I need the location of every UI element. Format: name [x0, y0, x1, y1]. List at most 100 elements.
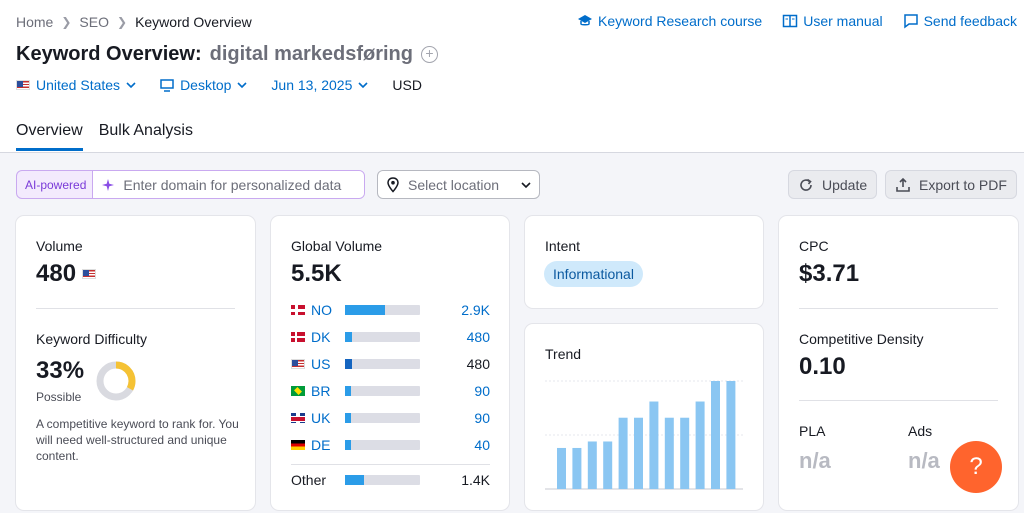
- breadcrumb-seo[interactable]: SEO: [79, 14, 109, 30]
- chevron-right-icon: ❯: [117, 15, 128, 29]
- course-label: Keyword Research course: [598, 13, 763, 29]
- country-volume: 480: [466, 356, 490, 372]
- chevron-down-icon: [521, 181, 531, 188]
- trend-bar: [711, 381, 720, 489]
- global-volume-value: 5.5K: [291, 260, 342, 287]
- us-flag-icon: [291, 359, 305, 369]
- breadcrumb-current: Keyword Overview: [135, 14, 252, 30]
- norway-flag-icon: [291, 305, 305, 315]
- trend-bar: [664, 417, 674, 489]
- pla-label: PLA: [799, 423, 826, 439]
- header-area: Home ❯ SEO ❯ Keyword Overview Keyword Re…: [0, 0, 1024, 153]
- country-row-no[interactable]: NO 2.9K: [291, 301, 490, 319]
- send-feedback-link[interactable]: Send feedback: [903, 13, 1017, 29]
- trend-bar: [557, 447, 566, 489]
- country-volume: 90: [474, 410, 490, 426]
- trend-chart: [545, 380, 743, 490]
- country-row-br[interactable]: BR 90: [291, 382, 490, 400]
- tab-overview[interactable]: Overview: [16, 122, 83, 151]
- location-pin-icon: [387, 176, 399, 193]
- country-share-fill: [345, 440, 351, 450]
- country-row-dk[interactable]: DK 480: [291, 328, 490, 346]
- intent-badge-wrap: Informational: [544, 261, 643, 287]
- us-flag-icon: [82, 269, 97, 279]
- country-code: UK: [311, 410, 331, 426]
- kd-label: Keyword Difficulty: [36, 331, 148, 347]
- chevron-right-icon: ❯: [61, 15, 72, 29]
- keyword-research-course-link[interactable]: Keyword Research course: [577, 13, 762, 29]
- country-share-fill: [345, 475, 364, 485]
- country-dropdown[interactable]: United States: [16, 77, 136, 93]
- update-button[interactable]: Update: [788, 170, 878, 199]
- country-share-fill: [345, 305, 385, 315]
- kd-description: A competitive keyword to rank for. You w…: [36, 417, 239, 463]
- ai-domain-input-group: AI-powered Enter domain for personalized…: [16, 170, 366, 199]
- country-share-fill: [345, 359, 352, 369]
- kd-donut-chart: [96, 361, 136, 401]
- export-pdf-button[interactable]: Export to PDF: [885, 170, 1017, 199]
- breadcrumb-home[interactable]: Home: [16, 14, 53, 30]
- sparkle-icon: [102, 178, 115, 191]
- country-code: DK: [311, 329, 331, 345]
- country-volume: 40: [474, 437, 490, 453]
- ads-label: Ads: [908, 423, 933, 439]
- tab-bar: Overview Bulk Analysis: [16, 122, 193, 151]
- trend-bar: [587, 441, 597, 489]
- country-volume: 2.9K: [461, 302, 490, 318]
- tab-bulk-analysis[interactable]: Bulk Analysis: [99, 122, 193, 151]
- denmark-flag-icon: [291, 332, 305, 342]
- ai-powered-badge: AI-powered: [25, 177, 87, 192]
- top-links: Keyword Research course User manual Send…: [577, 13, 1017, 29]
- domain-input[interactable]: Enter domain for personalized data: [92, 171, 365, 198]
- country-row-de[interactable]: DE 40: [291, 436, 490, 454]
- volume-value: 480: [36, 260, 77, 287]
- cpc-value: $3.71: [799, 260, 860, 287]
- global-volume-label: Global Volume: [291, 238, 383, 254]
- add-keyword-plus-icon[interactable]: +: [421, 46, 438, 63]
- location-placeholder: Select location: [408, 176, 500, 193]
- book-icon: [782, 14, 798, 28]
- kd-level: Possible: [36, 390, 82, 404]
- intent-card: Intent Informational: [525, 216, 763, 308]
- date-dropdown[interactable]: Jun 13, 2025: [271, 77, 368, 93]
- device-value: Desktop: [180, 77, 232, 93]
- page-title: Keyword Overview: digital markedsføring …: [16, 43, 438, 66]
- country-share-bar: [345, 359, 420, 369]
- density-value: 0.10: [799, 353, 846, 380]
- refresh-icon: [800, 178, 812, 191]
- uk-flag-icon: [291, 413, 305, 423]
- country-share-fill: [345, 386, 351, 396]
- intent-label: Intent: [545, 238, 581, 254]
- trend-bar: [634, 417, 643, 489]
- user-manual-link[interactable]: User manual: [782, 13, 883, 29]
- country-share-bar: [345, 386, 420, 396]
- chevron-down-icon: [126, 82, 136, 89]
- country-share-fill: [345, 332, 352, 342]
- trend-bar: [603, 441, 613, 489]
- toolbar: AI-powered Enter domain for personalized…: [16, 170, 1018, 199]
- country-share-bar: [345, 305, 420, 315]
- chat-bubble-icon: [903, 14, 918, 29]
- trend-label: Trend: [545, 346, 582, 362]
- germany-flag-icon: [291, 440, 305, 450]
- volume-kd-card: Volume 480 Keyword Difficulty 33% Possib…: [16, 216, 255, 510]
- page-title-keyword: digital markedsføring: [209, 43, 413, 65]
- country-share-bar: [345, 440, 420, 450]
- trend-bar: [649, 401, 659, 489]
- manual-label: User manual: [803, 13, 883, 29]
- country-row-other: Other 1.4K: [291, 471, 490, 489]
- device-dropdown[interactable]: Desktop: [160, 77, 247, 93]
- trend-card: Trend: [525, 324, 763, 510]
- country-code: NO: [311, 302, 332, 318]
- help-button[interactable]: ?: [950, 441, 1002, 493]
- us-flag-icon: [16, 80, 30, 90]
- country-row-us: US 480: [291, 355, 490, 373]
- graduation-cap-icon: [578, 15, 593, 26]
- desktop-icon: [160, 78, 174, 92]
- density-label: Competitive Density: [799, 331, 924, 347]
- location-select[interactable]: Select location: [377, 170, 540, 199]
- page-title-main: Keyword Overview:: [16, 43, 202, 65]
- country-row-uk[interactable]: UK 90: [291, 409, 490, 427]
- filters-bar: United States Desktop Jun 13, 2025 USD: [16, 77, 422, 93]
- currency-label: USD: [392, 77, 422, 93]
